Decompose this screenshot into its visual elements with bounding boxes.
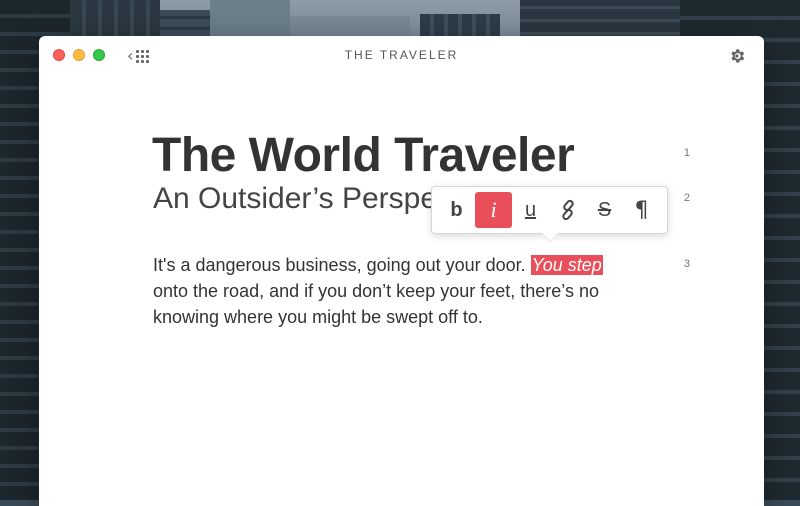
underline-button[interactable]: u bbox=[512, 192, 549, 228]
link-button[interactable] bbox=[549, 192, 586, 228]
document-body-paragraph[interactable]: It's a dangerous business, going out you… bbox=[153, 252, 633, 330]
document-subtitle[interactable]: An Outsider’s Perspe bbox=[153, 182, 437, 216]
italic-button[interactable]: i bbox=[475, 192, 512, 228]
window-title: THE TRAVELER bbox=[344, 48, 459, 62]
bold-button[interactable]: b bbox=[438, 192, 475, 228]
line-number: 3 bbox=[683, 258, 690, 270]
document-title[interactable]: The World Traveler bbox=[152, 128, 575, 183]
line-number: 2 bbox=[683, 192, 690, 204]
selected-text[interactable]: You step bbox=[530, 255, 603, 275]
app-window: ‹ THE TRAVELER The World Traveler An Out… bbox=[39, 36, 764, 506]
strikethrough-button[interactable]: S bbox=[586, 192, 623, 228]
paragraph-button[interactable]: ¶ bbox=[623, 192, 660, 228]
line-number: 1 bbox=[683, 147, 690, 159]
settings-button[interactable] bbox=[728, 47, 746, 65]
gear-icon bbox=[731, 49, 745, 63]
title-bar: ‹ THE TRAVELER bbox=[39, 36, 764, 74]
body-text: It's a dangerous business, going out you… bbox=[153, 255, 531, 275]
link-icon bbox=[561, 199, 574, 221]
body-text: onto the road, and if you don’t keep you… bbox=[153, 281, 599, 327]
format-toolbar: b i u S ¶ bbox=[431, 186, 668, 242]
